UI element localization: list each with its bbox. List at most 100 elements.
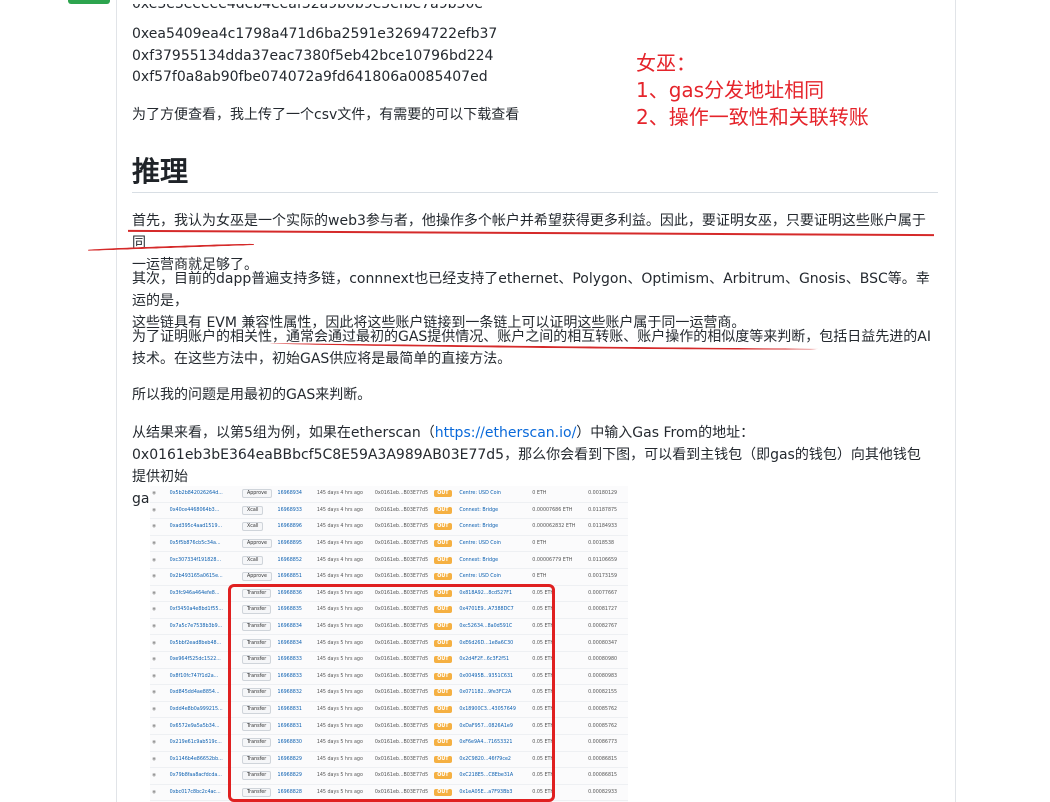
table-cell[interactable]: Centre: USD Coin xyxy=(457,486,531,503)
table-cell: ◉ xyxy=(150,684,168,702)
table-cell: ◉ xyxy=(150,486,168,503)
address-line: 0xea5409ea4c1798a471d6ba2591e32694722efb… xyxy=(132,26,498,42)
table-cell: 0x0161eb...B03E77d5 xyxy=(372,518,433,536)
highlight-box xyxy=(228,584,555,802)
eye-icon[interactable]: ◉ xyxy=(152,690,156,695)
eye-icon[interactable]: ◉ xyxy=(152,740,156,745)
heading-divider xyxy=(132,192,938,193)
table-cell[interactable]: Centre: USD Coin xyxy=(457,568,531,586)
table-row: ◉ 0x40ce4468064b3... Xcall 16968933 145 days… xyxy=(150,502,628,520)
table-cell: 145 days 4 hrs ago xyxy=(314,502,373,520)
table-cell: ◉ xyxy=(150,518,168,536)
eye-icon[interactable]: ◉ xyxy=(152,773,156,778)
eye-icon[interactable]: ◉ xyxy=(152,558,156,563)
table-cell: ◉ xyxy=(150,668,168,686)
eye-icon[interactable]: ◉ xyxy=(152,607,156,612)
eye-icon[interactable]: ◉ xyxy=(152,790,156,795)
eye-icon[interactable]: ◉ xyxy=(152,724,156,729)
table-cell[interactable]: Connext: Bridge xyxy=(457,518,531,536)
table-cell: Xcall xyxy=(239,502,276,520)
table-cell: 0x0161eb...B03E77d5 xyxy=(372,502,433,520)
table-cell: OUT xyxy=(432,568,458,586)
table-cell[interactable]: 16968934 xyxy=(275,486,315,503)
table-cell[interactable]: 16968851 xyxy=(275,568,315,586)
table-cell[interactable]: Connext: Bridge xyxy=(457,502,531,520)
table-cell: 0.00080980 xyxy=(586,651,628,669)
eye-icon[interactable]: ◉ xyxy=(152,657,156,662)
table-cell: 0.00180129 xyxy=(586,486,628,503)
table-cell: 0.000062832 ETH xyxy=(530,518,587,536)
table-cell[interactable]: 0x5f5b876cb5c34a... xyxy=(167,535,240,553)
table-cell: ◉ xyxy=(150,784,168,802)
table-cell: ◉ xyxy=(150,734,168,752)
table-cell[interactable]: 0x5b2b842026264d... xyxy=(167,486,240,503)
table-cell: 0.00086815 xyxy=(586,751,628,769)
etherscan-link[interactable]: https://etherscan.io/ xyxy=(435,425,577,441)
table-cell: 0x0161eb...B03E77d5 xyxy=(372,535,433,553)
table-cell[interactable]: Connext: Bridge xyxy=(457,551,531,569)
table-cell[interactable]: 16968933 xyxy=(275,502,315,520)
table-cell: 0 ETH xyxy=(530,535,587,553)
eye-icon[interactable]: ◉ xyxy=(152,491,156,496)
table-cell: 145 days 4 hrs ago xyxy=(314,518,373,536)
table-cell: ◉ xyxy=(150,502,168,520)
table-cell: Approve xyxy=(239,486,276,503)
eye-icon[interactable]: ◉ xyxy=(152,757,156,762)
table-cell[interactable]: 16968896 xyxy=(275,518,315,536)
paragraph-4: 所以我的问题是用最初的GAS来判断。 xyxy=(132,387,372,403)
eye-icon[interactable]: ◉ xyxy=(152,508,156,513)
table-cell: ◉ xyxy=(150,551,168,569)
address-line: 0xf57f0a8ab90fbe074072a9fd641806a0085407… xyxy=(132,69,488,85)
table-cell[interactable]: 0x40ce4468064b3... xyxy=(167,502,240,520)
paragraph-2: 其次，目前的dapp普遍支持多链，connnext也已经支持了ethernet、… xyxy=(132,271,930,331)
table-cell: 0.00007686 ETH xyxy=(530,502,587,520)
table-cell: ◉ xyxy=(150,634,168,652)
table-cell: ◉ xyxy=(150,717,168,735)
table-cell: 145 days 4 hrs ago xyxy=(314,535,373,553)
table-cell: 0.00086773 xyxy=(586,734,628,752)
table-cell: 0x0161eb...B03E77d5 xyxy=(372,486,433,503)
eye-icon[interactable]: ◉ xyxy=(152,524,156,529)
table-cell: 0.00081727 xyxy=(586,601,628,619)
table-cell: OUT xyxy=(432,518,458,536)
table-cell: ◉ xyxy=(150,618,168,636)
table-cell: ◉ xyxy=(150,601,168,619)
eye-icon[interactable]: ◉ xyxy=(152,674,156,679)
table-cell: 0x0161eb...B03E77d5 xyxy=(372,551,433,569)
table-cell: 0 ETH xyxy=(530,568,587,586)
table-cell[interactable]: 0x2b493165a0615e... xyxy=(167,568,240,586)
table-cell: 0 ETH xyxy=(530,486,587,503)
table-cell: OUT xyxy=(432,486,458,503)
table-cell: 0x0161eb...B03E77d5 xyxy=(372,568,433,586)
table-cell[interactable]: Centre: USD Coin xyxy=(457,535,531,553)
table-cell: 0.00006779 ETH xyxy=(530,551,587,569)
table-cell: 0.01187875 xyxy=(586,502,628,520)
eye-icon[interactable]: ◉ xyxy=(152,624,156,629)
table-cell: Approve xyxy=(239,568,276,586)
eye-icon[interactable]: ◉ xyxy=(152,591,156,596)
eye-icon[interactable]: ◉ xyxy=(152,641,156,646)
table-cell: 0.00173159 xyxy=(586,568,628,586)
table-cell: 0.0018538 xyxy=(586,535,628,553)
nav-accent xyxy=(68,0,110,4)
table-cell: ◉ xyxy=(150,751,168,769)
table-cell: Xcall xyxy=(239,518,276,536)
eye-icon[interactable]: ◉ xyxy=(152,707,156,712)
table-cell: 0.00085762 xyxy=(586,717,628,735)
table-cell: 0.01184933 xyxy=(586,518,628,536)
table-cell[interactable]: 0xc307334f191828... xyxy=(167,551,240,569)
table-cell: 0.00082767 xyxy=(586,618,628,636)
table-cell: Xcall xyxy=(239,551,276,569)
table-cell: Approve xyxy=(239,535,276,553)
table-row: ◉ 0x5f5b876cb5c34a... Approve 16968895 145 d… xyxy=(150,535,628,553)
table-cell[interactable]: 16968895 xyxy=(275,535,315,553)
table-cell[interactable]: 16968852 xyxy=(275,551,315,569)
eye-icon[interactable]: ◉ xyxy=(152,541,156,546)
address-line: 0xe3e3eeeee4deb4eeaf32a9b0b9e5efbe7a9b30… xyxy=(132,4,483,12)
table-row: ◉ 0xc307334f191828... Xcall 16968852 145 day… xyxy=(150,551,628,569)
table-cell: 145 days 4 hrs ago xyxy=(314,568,373,586)
table-cell: 0.01106659 xyxy=(586,551,628,569)
eye-icon[interactable]: ◉ xyxy=(152,574,156,579)
table-cell: OUT xyxy=(432,535,458,553)
table-cell[interactable]: 0xad395c4aad1519... xyxy=(167,518,240,536)
